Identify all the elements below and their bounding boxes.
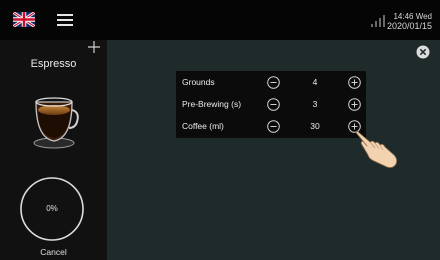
plus-circle-icon[interactable] (348, 76, 361, 89)
plus-icon[interactable] (87, 40, 101, 54)
minus-circle-icon[interactable] (267, 120, 280, 133)
time-text: 14:46 Wed (393, 12, 432, 21)
setting-value: 3 (312, 99, 318, 109)
setting-row-grounds: Grounds 4 (176, 72, 366, 93)
setting-value: 4 (312, 77, 318, 87)
minus-circle-icon[interactable] (267, 76, 280, 89)
progress-percent: 0% (46, 204, 58, 213)
pointing-hand-icon (355, 130, 398, 168)
uk-flag-icon[interactable] (13, 12, 35, 27)
setting-value: 30 (310, 121, 320, 131)
cancel-button[interactable]: Cancel (0, 247, 107, 257)
settings-panel: Grounds 4 Pre-Brewing (s) 3 Coffee (ml) … (176, 71, 366, 138)
drink-name: Espresso (30, 58, 77, 70)
clock: 14:46 Wed 2020/01/15 (387, 12, 432, 31)
signal-strength-icon (371, 15, 385, 27)
setting-label: Pre-Brewing (s) (182, 99, 242, 109)
close-icon[interactable] (416, 45, 430, 59)
minus-circle-icon[interactable] (267, 98, 280, 111)
setting-row-coffee: Coffee (ml) 30 (176, 116, 366, 137)
date-text: 2020/01/15 (386, 21, 432, 31)
setting-row-pre-brewing: Pre-Brewing (s) 3 (176, 94, 366, 115)
espresso-cup-icon (33, 97, 79, 149)
setting-label: Grounds (182, 77, 215, 87)
plus-circle-icon[interactable] (348, 98, 361, 111)
top-bar: 14:46 Wed 2020/01/15 (0, 0, 440, 40)
hamburger-menu-icon[interactable] (57, 13, 73, 27)
setting-label: Coffee (ml) (182, 121, 224, 131)
